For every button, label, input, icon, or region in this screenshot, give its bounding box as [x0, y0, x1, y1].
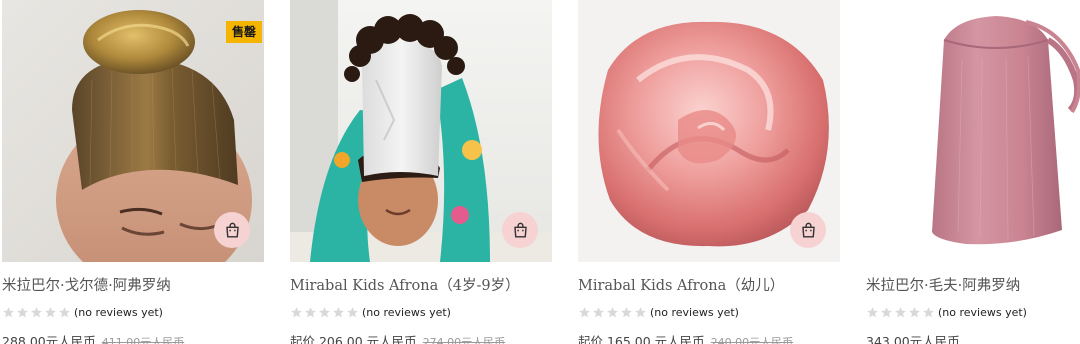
star-icon: [333, 306, 344, 317]
original-price: 240.00元人民币: [710, 336, 794, 344]
product-card[interactable]: 米拉巴尔·毛夫·阿弗罗纳 (no reviews yet) 343.00元人民币: [866, 0, 1080, 344]
star-icon: [319, 306, 330, 317]
current-price: 288.00元人民币: [2, 334, 96, 344]
original-price: 411.00元人民币: [101, 336, 185, 344]
review-count: (no reviews yet): [74, 305, 163, 319]
product-card[interactable]: Mirabal Kids Afrona（4岁-9岁） (no reviews y…: [290, 0, 552, 344]
star-icon: [45, 306, 56, 317]
star-icon: [881, 306, 892, 317]
star-icon: [59, 306, 70, 317]
product-title[interactable]: 米拉巴尔·毛夫·阿弗罗纳: [866, 274, 1080, 296]
add-to-cart-button[interactable]: [790, 212, 826, 248]
product-image-link[interactable]: 售罄: [2, 0, 264, 262]
star-icon: [347, 306, 358, 317]
review-count: (no reviews yet): [362, 305, 451, 319]
product-card[interactable]: Mirabal Kids Afrona（幼儿） (no reviews yet)…: [578, 0, 840, 344]
star-icon: [593, 306, 604, 317]
star-icon: [17, 306, 28, 317]
shopping-bag-icon: [801, 222, 815, 238]
current-price: 起价 206.00 元人民币: [290, 334, 417, 344]
add-to-cart-button[interactable]: [502, 212, 538, 248]
product-price: 343.00元人民币: [866, 331, 1080, 344]
product-title[interactable]: Mirabal Kids Afrona（4岁-9岁）: [290, 274, 552, 296]
product-image: [866, 0, 1080, 262]
current-price: 起价 165.00 元人民币: [578, 334, 705, 344]
product-rating: (no reviews yet): [2, 304, 264, 320]
current-price: 343.00元人民币: [866, 334, 960, 344]
product-grid: 售罄 米拉巴尔·戈尔德·阿弗罗纳 (no reviews yet) 288.00…: [0, 0, 1080, 344]
star-icon: [909, 306, 920, 317]
star-icon: [607, 306, 618, 317]
star-icon: [621, 306, 632, 317]
rating-stars: [578, 306, 647, 319]
star-icon: [579, 306, 590, 317]
review-count: (no reviews yet): [650, 305, 739, 319]
original-price: 274.00元人民币: [422, 336, 506, 344]
product-image-link[interactable]: [290, 0, 552, 262]
product-card[interactable]: 售罄 米拉巴尔·戈尔德·阿弗罗纳 (no reviews yet) 288.00…: [2, 0, 264, 344]
star-icon: [923, 306, 934, 317]
star-icon: [31, 306, 42, 317]
rating-stars: [290, 306, 359, 319]
review-count: (no reviews yet): [938, 305, 1027, 319]
star-icon: [867, 306, 878, 317]
star-icon: [305, 306, 316, 317]
star-icon: [895, 306, 906, 317]
sold-out-badge: 售罄: [225, 21, 262, 43]
shopping-bag-icon: [513, 222, 527, 238]
product-image-link[interactable]: [866, 0, 1080, 262]
star-icon: [3, 306, 14, 317]
product-title[interactable]: 米拉巴尔·戈尔德·阿弗罗纳: [2, 274, 264, 296]
product-rating: (no reviews yet): [866, 304, 1080, 320]
product-price: 288.00元人民币 411.00元人民币: [2, 331, 264, 344]
product-title[interactable]: Mirabal Kids Afrona（幼儿）: [578, 274, 840, 296]
star-icon: [291, 306, 302, 317]
product-rating: (no reviews yet): [578, 304, 840, 320]
rating-stars: [866, 306, 935, 319]
product-image-link[interactable]: [578, 0, 840, 262]
product-rating: (no reviews yet): [290, 304, 552, 320]
rating-stars: [2, 306, 71, 319]
product-price: 起价 206.00 元人民币 274.00元人民币: [290, 331, 552, 344]
star-icon: [635, 306, 646, 317]
shopping-bag-icon: [225, 222, 239, 238]
add-to-cart-button[interactable]: [214, 212, 250, 248]
product-price: 起价 165.00 元人民币 240.00元人民币: [578, 331, 840, 344]
